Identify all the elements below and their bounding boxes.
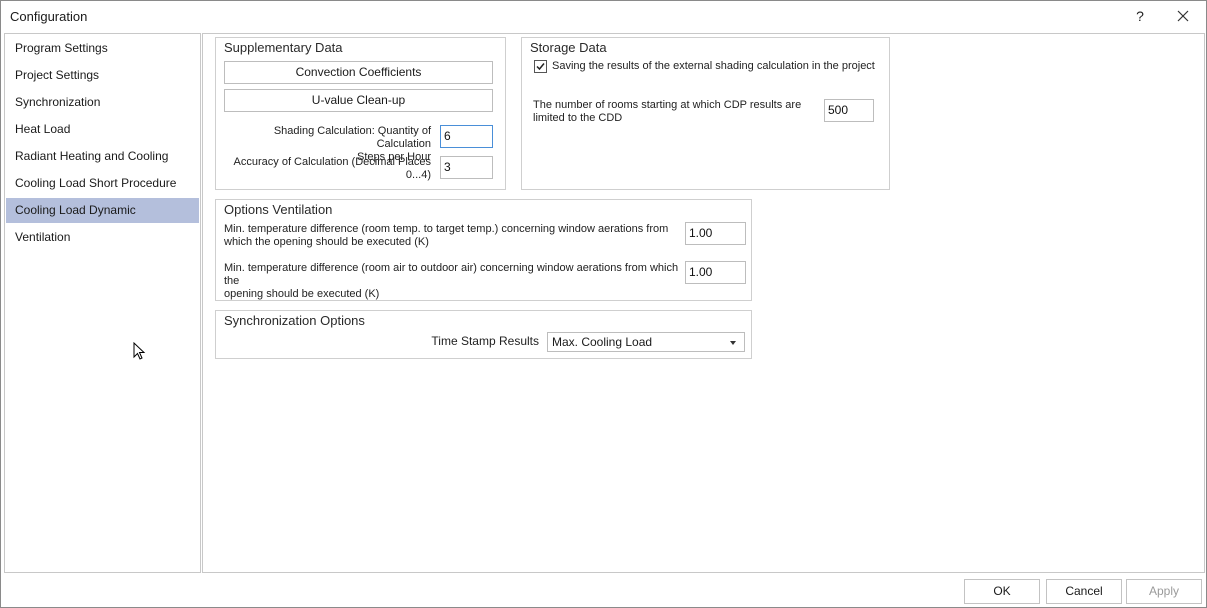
supplementary-data-group: Supplementary Data Convection Coefficien…	[215, 37, 506, 190]
synchronization-options-group: Synchronization Options Time Stamp Resul…	[215, 310, 752, 359]
time-stamp-value: Max. Cooling Load	[552, 335, 653, 349]
settings-nav: Program Settings Project Settings Synchr…	[4, 33, 201, 573]
rooms-limit-label: The number of rooms starting at which CD…	[533, 99, 818, 125]
accuracy-label: Accuracy of Calculation (Decimal Places …	[220, 156, 431, 182]
min-temp-target-label: Min. temperature difference (room temp. …	[224, 223, 679, 249]
time-stamp-select[interactable]: Max. Cooling Load	[547, 332, 745, 352]
nav-item-cooling-load-dynamic[interactable]: Cooling Load Dynamic	[6, 198, 199, 223]
min-temp-target-line-2: which the opening should be executed (K)	[224, 236, 429, 248]
nav-item-heat-load[interactable]: Heat Load	[6, 117, 199, 142]
min-temp-outdoor-label: Min. temperature difference (room air to…	[224, 262, 679, 301]
options-ventilation-group: Options Ventilation Min. temperature dif…	[215, 199, 752, 301]
shading-label-line-1: Shading Calculation: Quantity of Calcula…	[273, 125, 431, 150]
min-temp-outdoor-input[interactable]: 1.00	[685, 261, 746, 284]
mouse-cursor-icon	[133, 341, 147, 362]
storage-data-title: Storage Data	[530, 40, 607, 55]
nav-item-project-settings[interactable]: Project Settings	[6, 63, 199, 88]
nav-item-cooling-load-short[interactable]: Cooling Load Short Procedure	[6, 171, 199, 196]
time-stamp-label: Time Stamp Results	[431, 334, 539, 348]
options-ventilation-title: Options Ventilation	[224, 202, 333, 217]
min-temp-target-line-1: Min. temperature difference (room temp. …	[224, 223, 669, 235]
min-temp-outdoor-line-1: Min. temperature difference (room air to…	[224, 262, 679, 287]
nav-item-radiant-heating-cooling[interactable]: Radiant Heating and Cooling	[6, 144, 199, 169]
window-title: Configuration	[10, 9, 88, 24]
convection-coefficients-button[interactable]: Convection Coefficients	[224, 61, 493, 84]
configuration-dialog: Configuration ? Program Settings Project…	[0, 0, 1207, 608]
ok-button[interactable]: OK	[964, 579, 1040, 604]
rooms-label-line-1: The number of rooms starting at which CD…	[533, 99, 802, 111]
rooms-limit-input[interactable]: 500	[824, 99, 874, 122]
rooms-label-line-2: limited to the CDD	[533, 112, 623, 124]
cancel-button[interactable]: Cancel	[1046, 579, 1122, 604]
save-shading-checkbox[interactable]	[534, 60, 547, 73]
min-temp-outdoor-line-2: opening should be executed (K)	[224, 288, 380, 300]
synchronization-options-title: Synchronization Options	[224, 313, 365, 328]
help-button[interactable]: ?	[1129, 4, 1151, 28]
nav-item-ventilation[interactable]: Ventilation	[6, 225, 199, 250]
supplementary-data-title: Supplementary Data	[224, 40, 343, 55]
nav-item-program-settings[interactable]: Program Settings	[6, 36, 199, 61]
storage-data-group: Storage Data Saving the results of the e…	[521, 37, 890, 190]
dropdown-arrow-icon	[730, 341, 736, 345]
accuracy-label-line-2: 0...4)	[405, 169, 431, 181]
accuracy-input[interactable]: 3	[440, 156, 493, 179]
settings-content: Supplementary Data Convection Coefficien…	[202, 33, 1205, 573]
u-value-cleanup-button[interactable]: U-value Clean-up	[224, 89, 493, 112]
nav-item-synchronization[interactable]: Synchronization	[6, 90, 199, 115]
shading-steps-input[interactable]: 6	[440, 125, 493, 148]
close-icon[interactable]	[1171, 5, 1195, 27]
accuracy-label-line-1: Accuracy of Calculation (Decimal Places	[233, 156, 431, 168]
apply-button[interactable]: Apply	[1126, 579, 1202, 604]
title-bar: Configuration ?	[1, 1, 1206, 31]
min-temp-target-input[interactable]: 1.00	[685, 222, 746, 245]
checkmark-icon	[536, 63, 545, 71]
save-shading-label: Saving the results of the external shadi…	[552, 60, 875, 72]
